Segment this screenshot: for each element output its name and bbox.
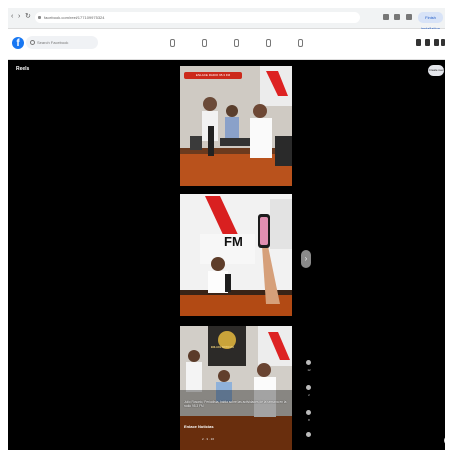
gaming-icon[interactable] — [296, 38, 304, 48]
search-icon — [30, 40, 35, 45]
reel-2-sign: FM — [224, 234, 243, 249]
reload-icon[interactable]: ↻ — [25, 13, 31, 21]
messenger-icon[interactable] — [425, 39, 430, 46]
finish-installation-button[interactable]: Finish installation — [418, 12, 443, 31]
reel-card-2[interactable]: FM — [180, 194, 292, 316]
comment-count: 2 — [308, 393, 310, 397]
reel-3-stats: 2 · 3 · 16 — [202, 437, 215, 441]
arrow-left-icon[interactable]: ‹ — [11, 13, 13, 21]
home-icon[interactable] — [168, 38, 176, 48]
reel-1-sticker: ENLACE RADIO 95.3 FM — [184, 72, 242, 79]
reel-1-thumbnail — [180, 66, 292, 186]
reel-3-author[interactable]: Enlace Noticias — [184, 424, 214, 429]
profile-icon[interactable] — [406, 14, 412, 20]
reel-card-3[interactable]: ENLACE NOTICIAS Julio Rosario, Periodist… — [180, 326, 292, 450]
bell-icon[interactable] — [434, 39, 439, 46]
arrow-right-icon[interactable]: › — [18, 13, 20, 21]
create-reel-button[interactable]: Create reel — [428, 65, 444, 76]
facebook-header: f Search Facebook — [8, 29, 445, 60]
reel-3-thumbnail — [180, 326, 292, 450]
marketplace-icon[interactable] — [232, 38, 240, 48]
share-count: 8 — [308, 418, 310, 422]
address-bar[interactable]: facebook.com/reel/177109975324 — [35, 12, 360, 23]
reel-3-logo-text: ENLACE NOTICIAS — [211, 346, 234, 349]
extension-icon[interactable] — [383, 14, 389, 20]
reel-2-thumbnail — [180, 194, 292, 316]
reels-heading: Reels — [16, 66, 30, 72]
search-placeholder: Search Facebook — [37, 40, 69, 45]
search-input[interactable]: Search Facebook — [26, 36, 98, 49]
reel-card-1[interactable]: ENLACE RADIO 95.3 FM — [180, 66, 292, 186]
like-count: 12 — [307, 368, 311, 372]
star-icon[interactable] — [394, 14, 400, 20]
screen: ‹ › ↻ facebook.com/reel/177109975324 Fin… — [8, 8, 445, 450]
avatar-icon[interactable] — [441, 39, 445, 46]
facebook-logo[interactable]: f — [12, 37, 24, 49]
comment-icon[interactable] — [306, 385, 311, 390]
reel-3-caption: Julio Rosario, Periodista, habla sobre l… — [184, 400, 287, 408]
url-text: facebook.com/reel/177109975324 — [44, 15, 105, 20]
help-button[interactable]: ? — [444, 436, 445, 445]
like-icon[interactable] — [306, 360, 311, 365]
share-icon[interactable] — [306, 410, 311, 415]
video-icon[interactable] — [200, 38, 208, 48]
groups-icon[interactable] — [264, 38, 272, 48]
menu-icon[interactable] — [416, 39, 421, 46]
browser-toolbar: ‹ › ↻ facebook.com/reel/177109975324 Fin… — [8, 8, 445, 31]
next-reel-button[interactable]: › — [301, 250, 311, 268]
more-icon[interactable] — [306, 432, 311, 437]
lock-icon — [38, 16, 41, 19]
